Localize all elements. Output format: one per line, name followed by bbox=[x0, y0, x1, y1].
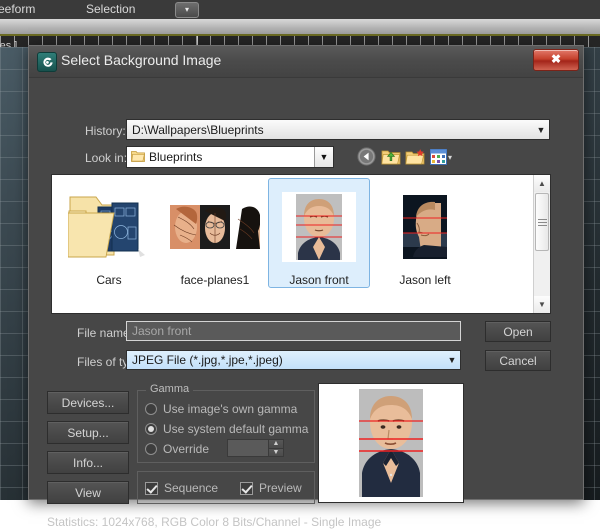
gamma-override-value[interactable] bbox=[228, 440, 268, 456]
up-one-level-icon[interactable] bbox=[380, 146, 401, 167]
list-item[interactable]: face-planes1 bbox=[164, 179, 266, 287]
chevron-down-icon: ▼ bbox=[533, 125, 549, 135]
radio-use-system-gamma[interactable]: Use system default gamma bbox=[145, 422, 308, 436]
devices-button[interactable]: Devices... bbox=[47, 391, 129, 414]
file-name-label-text: File name: bbox=[77, 326, 133, 340]
look-in-combobox[interactable]: Blueprints ▼ bbox=[126, 146, 334, 168]
radio-icon bbox=[145, 443, 157, 455]
chevron-down-icon[interactable]: ▼ bbox=[314, 147, 333, 167]
history-combobox[interactable]: D:\Wallpapers\Blueprints ▼ bbox=[126, 119, 550, 140]
setup-button[interactable]: Setup... bbox=[47, 421, 129, 444]
select-background-image-dialog: Select Background Image ✖ History: D:\Wa… bbox=[28, 45, 584, 500]
radio-label: Override bbox=[163, 442, 209, 456]
gamma-override-spinner[interactable]: ▲ ▼ bbox=[227, 439, 284, 457]
radio-override-gamma[interactable]: Override bbox=[145, 442, 209, 456]
background-toolbar bbox=[0, 19, 600, 36]
menu-item-freeform[interactable]: reeform bbox=[0, 2, 35, 16]
checkbox-icon-checked bbox=[145, 482, 158, 495]
file-name-value: Jason front bbox=[132, 324, 191, 338]
file-name-label: Cars bbox=[58, 273, 160, 287]
view-button-label: View bbox=[48, 482, 128, 504]
radio-icon bbox=[145, 403, 157, 415]
preview-thumbnail bbox=[345, 387, 437, 499]
look-in-value: Blueprints bbox=[149, 150, 202, 164]
scroll-down-icon[interactable]: ▼ bbox=[534, 296, 550, 313]
menu-dropdown-button[interactable]: ▾ bbox=[175, 2, 199, 18]
statistics-text: Statistics: 1024x768, RGB Color 8 Bits/C… bbox=[47, 515, 381, 529]
views-icon[interactable] bbox=[428, 146, 449, 167]
open-button-label: Open bbox=[486, 322, 550, 342]
back-icon[interactable] bbox=[356, 146, 377, 167]
file-name-label: Jason front bbox=[269, 273, 369, 287]
folder-thumbnail bbox=[58, 183, 160, 271]
dialog-title: Select Background Image bbox=[61, 52, 221, 68]
file-name-input[interactable]: Jason front bbox=[126, 321, 461, 341]
spinner-buttons[interactable]: ▲ ▼ bbox=[268, 440, 283, 456]
cancel-button[interactable]: Cancel bbox=[485, 350, 551, 371]
scrollbar-thumb[interactable] bbox=[535, 193, 549, 251]
image-preview bbox=[318, 383, 464, 503]
image-thumbnail bbox=[374, 183, 476, 271]
list-item[interactable]: Jason left bbox=[374, 179, 476, 287]
list-item[interactable]: Cars bbox=[58, 179, 160, 287]
info-button[interactable]: Info... bbox=[47, 451, 129, 474]
image-thumbnail bbox=[269, 183, 369, 271]
info-button-label: Info... bbox=[48, 452, 128, 474]
cancel-button-label: Cancel bbox=[486, 351, 550, 371]
radio-use-image-gamma[interactable]: Use image's own gamma bbox=[145, 402, 297, 416]
checkbox-label: Sequence bbox=[164, 481, 218, 495]
history-value: D:\Wallpapers\Blueprints bbox=[127, 123, 533, 137]
file-name-label: Jason left bbox=[374, 273, 476, 287]
dialog-titlebar[interactable]: Select Background Image ✖ bbox=[29, 46, 583, 78]
radio-icon-selected bbox=[145, 423, 157, 435]
file-list[interactable]: Cars bbox=[51, 174, 551, 314]
chevron-down-icon: ▼ bbox=[444, 355, 460, 365]
folder-icon bbox=[131, 150, 145, 165]
view-button[interactable]: View bbox=[47, 481, 129, 504]
file-list-scrollbar[interactable]: ▲ ▼ bbox=[533, 175, 550, 313]
files-of-type-value: JPEG File (*.jpg,*.jpe,*.jpeg) bbox=[127, 353, 444, 367]
menu-item-selection[interactable]: Selection bbox=[86, 2, 135, 16]
close-button[interactable]: ✖ bbox=[533, 49, 579, 71]
list-item-selected[interactable]: Jason front bbox=[268, 178, 370, 288]
checkbox-icon-checked bbox=[240, 482, 253, 495]
spiral-logo-icon bbox=[37, 52, 57, 72]
scroll-up-icon[interactable]: ▲ bbox=[534, 175, 550, 192]
checkbox-sequence[interactable]: Sequence bbox=[145, 481, 218, 495]
files-of-type-combobox[interactable]: JPEG File (*.jpg,*.jpe,*.jpeg) ▼ bbox=[126, 350, 461, 370]
file-name-label: face-planes1 bbox=[164, 273, 266, 287]
image-thumbnail bbox=[164, 183, 266, 271]
dialog-body: History: D:\Wallpapers\Blueprints ▼ Look… bbox=[29, 78, 583, 501]
radio-label: Use image's own gamma bbox=[163, 402, 297, 416]
scrollbar-grip-icon bbox=[538, 217, 547, 228]
open-button[interactable]: Open bbox=[485, 321, 551, 342]
checkbox-label: Preview bbox=[259, 481, 302, 495]
checkbox-preview[interactable]: Preview bbox=[240, 481, 302, 495]
file-name-label-value: File name: bbox=[77, 326, 133, 340]
look-in-label: Look in: bbox=[85, 151, 127, 165]
background-menubar: reeform Selection ▾ bbox=[0, 0, 600, 20]
views-caret-icon[interactable]: ▾ bbox=[448, 153, 452, 162]
new-folder-icon[interactable] bbox=[404, 146, 425, 167]
devices-button-label: Devices... bbox=[48, 392, 128, 414]
history-label: History: bbox=[85, 124, 126, 138]
gamma-groupbox-title: Gamma bbox=[146, 383, 193, 395]
spinner-down-icon[interactable]: ▼ bbox=[269, 449, 283, 457]
spinner-up-icon[interactable]: ▲ bbox=[269, 440, 283, 449]
setup-button-label: Setup... bbox=[48, 422, 128, 444]
radio-label: Use system default gamma bbox=[163, 422, 308, 436]
